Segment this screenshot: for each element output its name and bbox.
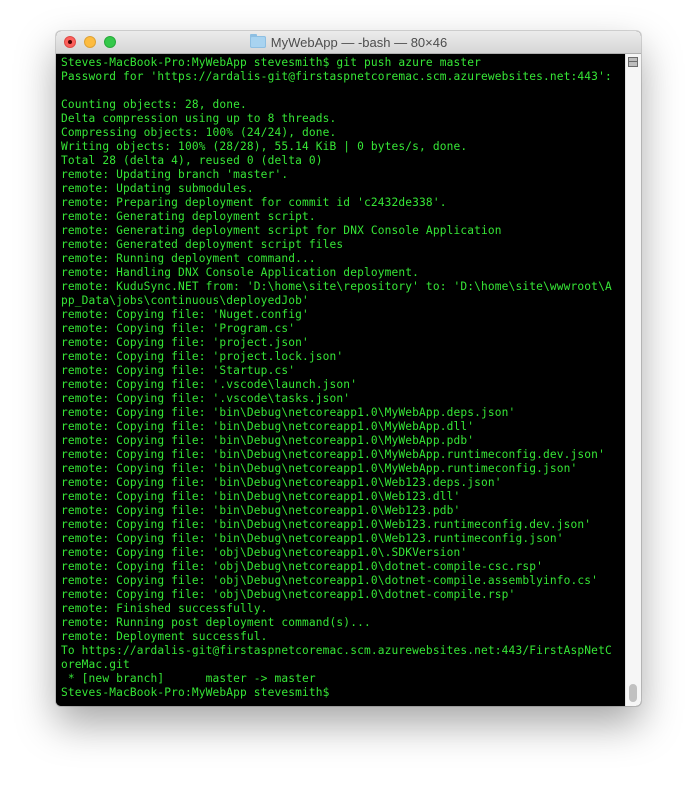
terminal-line: Writing objects: 100% (28/28), 55.14 KiB… bbox=[61, 140, 468, 153]
terminal-line: * [new branch] master -> master bbox=[61, 672, 316, 685]
terminal-line: remote: Copying file: '.vscode\launch.js… bbox=[61, 378, 358, 391]
window-title-group: MyWebApp — -bash — 80×46 bbox=[249, 34, 448, 50]
terminal-line: remote: Handling DNX Console Application… bbox=[61, 266, 420, 279]
terminal-line: remote: Copying file: 'bin\Debug\netcore… bbox=[61, 532, 564, 545]
terminal-line: remote: Copying file: 'Startup.cs' bbox=[61, 364, 296, 377]
terminal-line: remote: Copying file: 'obj\Debug\netcore… bbox=[61, 588, 516, 601]
title-bar[interactable]: MyWebApp — -bash — 80×46 bbox=[56, 31, 641, 54]
terminal-line: remote: Copying file: 'bin\Debug\netcore… bbox=[61, 420, 475, 433]
terminal-line: remote: Copying file: 'bin\Debug\netcore… bbox=[61, 504, 461, 517]
vertical-scrollbar[interactable] bbox=[625, 54, 641, 706]
terminal-line: remote: Deployment successful. bbox=[61, 630, 268, 643]
terminal-line: remote: Updating submodules. bbox=[61, 182, 254, 195]
folder-icon bbox=[249, 34, 266, 48]
terminal-line: remote: Copying file: 'bin\Debug\netcore… bbox=[61, 406, 516, 419]
terminal-line: Steves-MacBook-Pro:MyWebApp stevesmith$ … bbox=[61, 56, 482, 69]
terminal-line: remote: Copying file: 'Program.cs' bbox=[61, 322, 296, 335]
terminal-line: remote: Generating deployment script for… bbox=[61, 224, 502, 237]
terminal-line: remote: Copying file: 'bin\Debug\netcore… bbox=[61, 462, 578, 475]
terminal-line: Counting objects: 28, done. bbox=[61, 98, 247, 111]
terminal-line: Compressing objects: 100% (24/24), done. bbox=[61, 126, 337, 139]
terminal-line: oreMac.git bbox=[61, 658, 130, 671]
terminal-line: remote: Finished successfully. bbox=[61, 602, 268, 615]
terminal-line: remote: Copying file: 'bin\Debug\netcore… bbox=[61, 518, 592, 531]
terminal-output[interactable]: Steves-MacBook-Pro:MyWebApp stevesmith$ … bbox=[56, 54, 626, 706]
terminal-line: remote: Preparing deployment for commit … bbox=[61, 196, 447, 209]
terminal-line: Steves-MacBook-Pro:MyWebApp stevesmith$ bbox=[61, 686, 330, 699]
window-controls bbox=[64, 36, 116, 48]
terminal-line: remote: KuduSync.NET from: 'D:\home\site… bbox=[61, 280, 612, 293]
terminal-line: remote: Generating deployment script. bbox=[61, 210, 316, 223]
terminal-line: remote: Copying file: 'project.json' bbox=[61, 336, 309, 349]
terminal-line: Total 28 (delta 4), reused 0 (delta 0) bbox=[61, 154, 323, 167]
minimize-window-button[interactable] bbox=[84, 36, 96, 48]
terminal-line: Password for 'https://ardalis-git@firsta… bbox=[61, 70, 612, 83]
terminal-line: remote: Copying file: 'obj\Debug\netcore… bbox=[61, 560, 543, 573]
terminal-line: remote: Copying file: 'bin\Debug\netcore… bbox=[61, 490, 461, 503]
terminal-line: remote: Copying file: 'project.lock.json… bbox=[61, 350, 344, 363]
terminal-window: MyWebApp — -bash — 80×46 Steves-MacBook-… bbox=[56, 31, 641, 706]
scrollbar-thumb[interactable] bbox=[629, 684, 637, 702]
terminal-line: remote: Copying file: 'bin\Debug\netcore… bbox=[61, 476, 502, 489]
maximize-window-button[interactable] bbox=[104, 36, 116, 48]
terminal-line: Delta compression using up to 8 threads. bbox=[61, 112, 337, 125]
terminal-line: remote: Running post deployment command(… bbox=[61, 616, 371, 629]
terminal-line: remote: Generated deployment script file… bbox=[61, 238, 344, 251]
terminal-line: To https://ardalis-git@firstaspnetcorema… bbox=[61, 644, 612, 657]
close-window-button[interactable] bbox=[64, 36, 76, 48]
terminal-line: remote: Copying file: 'Nuget.config' bbox=[61, 308, 309, 321]
terminal-line: remote: Copying file: 'obj\Debug\netcore… bbox=[61, 574, 599, 587]
terminal-line: remote: Updating branch 'master'. bbox=[61, 168, 289, 181]
terminal-line: pp_Data\jobs\continuous\deployedJob' bbox=[61, 294, 309, 307]
split-pane-icon[interactable] bbox=[628, 57, 638, 67]
terminal-line: remote: Copying file: 'obj\Debug\netcore… bbox=[61, 546, 468, 559]
terminal-line: remote: Copying file: '.vscode\tasks.jso… bbox=[61, 392, 351, 405]
terminal-line: remote: Copying file: 'bin\Debug\netcore… bbox=[61, 434, 475, 447]
window-title: MyWebApp — -bash — 80×46 bbox=[270, 34, 448, 50]
terminal-line: remote: Running deployment command... bbox=[61, 252, 316, 265]
terminal-line: remote: Copying file: 'bin\Debug\netcore… bbox=[61, 448, 605, 461]
